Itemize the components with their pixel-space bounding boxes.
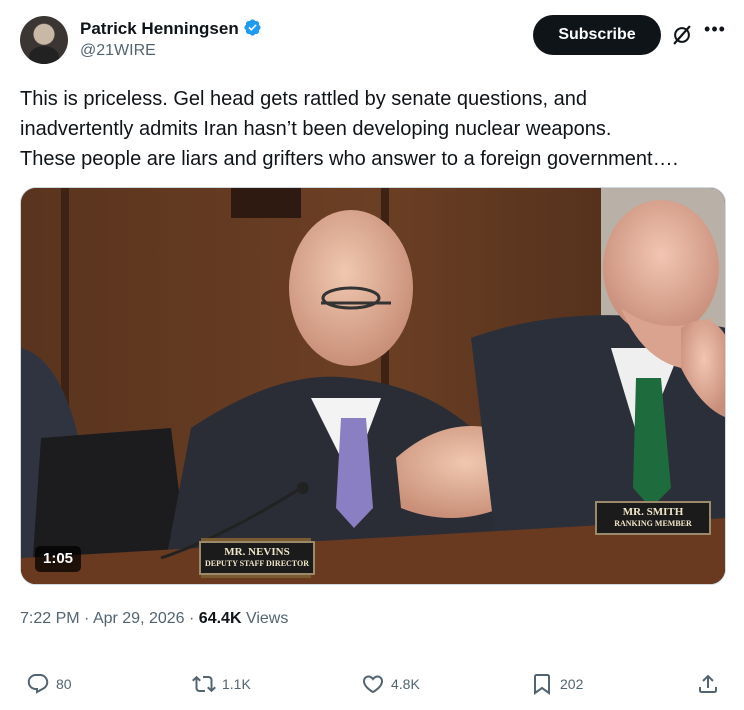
grok-icon[interactable] bbox=[671, 24, 693, 46]
nameplate-left-name: MR. NEVINS bbox=[224, 546, 290, 558]
heart-icon bbox=[362, 675, 384, 694]
reply-icon bbox=[27, 674, 49, 694]
repost-button[interactable]: 1.1K bbox=[192, 666, 251, 702]
author-display-name[interactable]: Patrick Henningsen bbox=[80, 19, 239, 38]
video-player[interactable]: 1:05 MR. NEVINS DEPUTY STAFF DIRECTOR MR… bbox=[20, 187, 726, 585]
video-duration-badge: 1:05 bbox=[35, 546, 82, 572]
repost-count: 1.1K bbox=[222, 676, 251, 692]
share-button[interactable] bbox=[696, 666, 726, 702]
avatar[interactable] bbox=[20, 16, 68, 64]
bookmark-icon bbox=[534, 674, 550, 695]
tweet-time[interactable]: 7:22 PM bbox=[20, 610, 80, 627]
views-label: Views bbox=[245, 610, 289, 627]
nameplate-right-name: MR. SMITH bbox=[622, 506, 684, 518]
nameplate-left: MR. NEVINS DEPUTY STAFF DIRECTOR bbox=[199, 541, 315, 575]
like-button[interactable]: 4.8K bbox=[361, 666, 420, 702]
tweet-meta: 7:22 PM · Apr 29, 2026 · 64.4K Views bbox=[20, 608, 288, 630]
nameplate-right: MR. SMITH RANKING MEMBER bbox=[595, 501, 711, 535]
author-handle[interactable]: @21WIRE bbox=[80, 40, 262, 62]
nameplate-left-title: DEPUTY STAFF DIRECTOR bbox=[204, 559, 309, 568]
author-block: Patrick Henningsen @21WIRE bbox=[80, 18, 262, 62]
tweet-date[interactable]: Apr 29, 2026 bbox=[93, 610, 185, 627]
more-options-icon[interactable]: ••• bbox=[704, 20, 726, 42]
bookmark-count: 202 bbox=[560, 676, 584, 692]
reply-button[interactable]: 80 bbox=[26, 666, 72, 702]
bookmark-button[interactable]: 202 bbox=[530, 666, 583, 702]
reply-count: 80 bbox=[56, 676, 72, 692]
action-bar: 80 1.1K 4.8K 202 bbox=[0, 666, 744, 702]
share-icon bbox=[699, 674, 717, 693]
tweet-text: This is priceless. Gel head gets rattled… bbox=[20, 84, 730, 174]
tweet-text-line: inadvertently admits Iran hasn’t been de… bbox=[20, 118, 612, 140]
meta-separator: · bbox=[189, 610, 195, 627]
tweet-text-line: This is priceless. Gel head gets rattled… bbox=[20, 88, 587, 110]
meta-separator: · bbox=[84, 610, 90, 627]
views-count: 64.4K bbox=[198, 610, 242, 627]
repost-icon bbox=[192, 675, 216, 693]
subscribe-button[interactable]: Subscribe bbox=[533, 15, 661, 55]
tweet-text-line: These people are liars and grifters who … bbox=[20, 148, 679, 170]
tweet-header: Patrick Henningsen @21WIRE Subscribe ••• bbox=[20, 14, 726, 66]
author-name-row[interactable]: Patrick Henningsen bbox=[80, 18, 262, 39]
nameplate-right-title: RANKING MEMBER bbox=[614, 519, 692, 528]
verified-badge-icon bbox=[244, 19, 261, 36]
like-count: 4.8K bbox=[391, 676, 420, 692]
